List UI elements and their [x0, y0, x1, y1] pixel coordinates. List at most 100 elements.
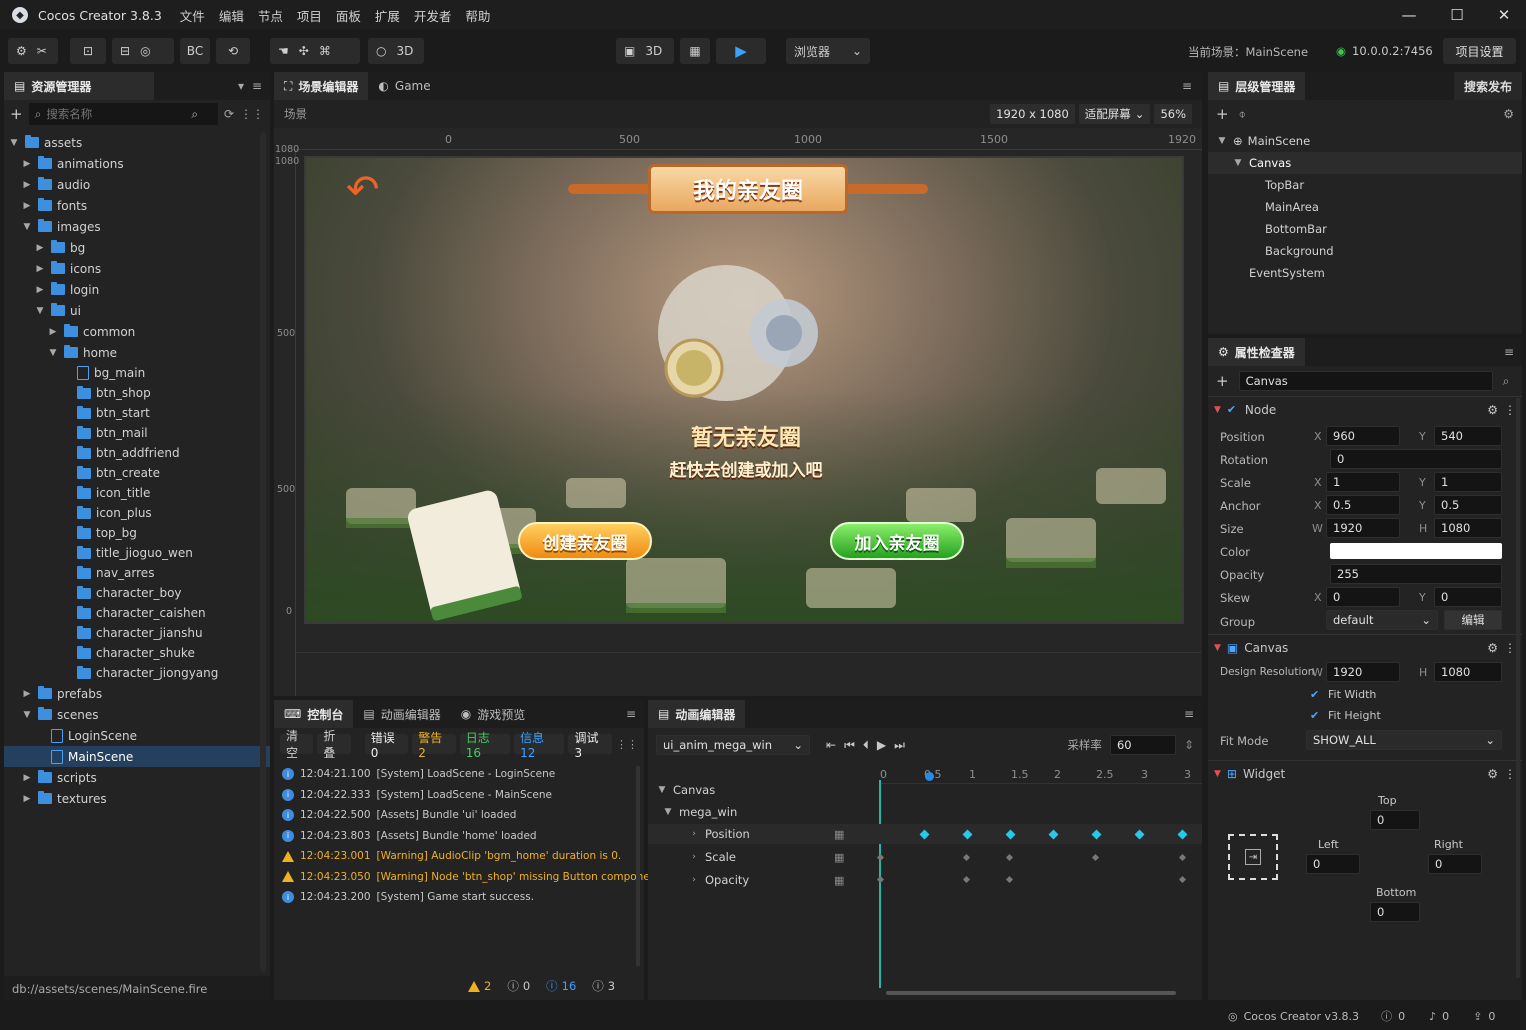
footer-debug[interactable]: ⓘ 3	[592, 978, 615, 994]
asset-item[interactable]: character_jianshu	[4, 623, 270, 643]
gizmo-button[interactable]: ⟲	[216, 38, 250, 64]
node-name-input[interactable]: Canvas	[1238, 371, 1493, 391]
log-row[interactable]: i 12:04:22.500 [Assets] Bundle 'ui' loaded	[282, 805, 636, 826]
refresh-icon[interactable]: ⟳	[224, 107, 234, 121]
track-menu-icon[interactable]: ▦	[834, 851, 844, 864]
log-row[interactable]: i 12:04:21.100 [System] LoadScene - LoginS…	[282, 764, 636, 785]
preview-ip[interactable]: ◉ 10.0.0.2:7456	[1336, 44, 1433, 58]
footer-error[interactable]: ⓘ 0	[507, 978, 530, 994]
asset-item[interactable]: ▶ bg	[4, 237, 270, 258]
gear-tool-icon[interactable]: ⚙	[16, 44, 27, 58]
dropdown-icon[interactable]: ▾	[238, 79, 244, 93]
create-circle-button[interactable]: 创建亲友圈	[518, 522, 652, 560]
expand-icon[interactable]: ▶	[21, 201, 33, 211]
join-circle-button[interactable]: 加入亲友圈	[830, 522, 964, 560]
menu-icon[interactable]: ≡	[1184, 707, 1194, 721]
expand-icon[interactable]: ▶	[21, 794, 33, 804]
collapse-icon[interactable]: ▼	[1214, 769, 1221, 779]
rect-tool-button[interactable]: ⊡	[70, 38, 106, 64]
asset-item[interactable]: ▶ scripts	[4, 767, 270, 788]
expand-icon[interactable]: ▶	[21, 180, 33, 190]
position-y-input[interactable]: 540	[1434, 426, 1502, 446]
node-section-header[interactable]: ▼ ✔ Node ⚙ ⋮	[1208, 396, 1522, 422]
first-frame-icon[interactable]: ⇤	[826, 738, 836, 752]
search-icon[interactable]: ⌕	[1503, 374, 1510, 389]
asset-item[interactable]: ▼ assets	[4, 132, 270, 153]
design-w-input[interactable]: 1920	[1326, 662, 1400, 682]
asset-item[interactable]: character_boy	[4, 583, 270, 603]
asset-item[interactable]: top_bg	[4, 523, 270, 543]
expand-icon[interactable]: ▶	[21, 159, 33, 169]
collapse-icon[interactable]: ▼	[1214, 643, 1221, 653]
expand-icon[interactable]: ▶	[34, 243, 46, 253]
asset-item[interactable]: bg_main	[4, 363, 270, 383]
expand-icon[interactable]: ▶	[21, 773, 33, 783]
skew-x-input[interactable]: 0	[1326, 587, 1400, 607]
widget-top-input[interactable]: 0	[1370, 810, 1420, 830]
menu-project[interactable]: 项目	[297, 6, 322, 25]
menu-icon[interactable]: ≡	[1504, 345, 1514, 359]
inspector-scrollbar[interactable]	[1516, 398, 1520, 978]
bc-button[interactable]: BC	[180, 38, 210, 64]
menu-developer[interactable]: 开发者	[414, 6, 452, 25]
mode-3d-button[interactable]: ○ 3D	[368, 38, 424, 64]
hierarchy-node[interactable]: TopBar	[1208, 174, 1522, 196]
widget-section-header[interactable]: ▼ ⊞ Widget ⚙ ⋮	[1208, 760, 1522, 786]
track-opacity[interactable]: › Opacity	[688, 870, 749, 890]
view-3d-button[interactable]: ▣ 3D	[616, 38, 674, 64]
asset-item[interactable]: btn_create	[4, 463, 270, 483]
menu-panel[interactable]: 面板	[336, 6, 361, 25]
hierarchy-node[interactable]: MainArea	[1208, 196, 1522, 218]
position-x-input[interactable]: 960	[1326, 426, 1400, 446]
resolution-label[interactable]: 1920 x 1080	[990, 104, 1075, 124]
gear-icon[interactable]: ⚙	[1487, 403, 1498, 417]
footer-info[interactable]: ⓘ 16	[546, 978, 576, 994]
tab-search-publish[interactable]: 搜索发布	[1453, 72, 1522, 100]
prev-frame-icon[interactable]: ⏴	[863, 738, 869, 753]
asset-item[interactable]: ▼ scenes	[4, 704, 270, 725]
asset-item[interactable]: ▼ ui	[4, 300, 270, 321]
menu-extension[interactable]: 扩展	[375, 6, 400, 25]
gear-icon[interactable]: ⚙	[1487, 767, 1498, 781]
expand-icon[interactable]: ▶	[34, 264, 46, 274]
menu-file[interactable]: 文件	[180, 6, 205, 25]
assets-scrollbar[interactable]	[260, 132, 266, 972]
add-icon[interactable]: +	[10, 105, 23, 123]
lock-icon[interactable]: ⌽	[1239, 107, 1246, 122]
drag-icon[interactable]: ⋮⋮	[616, 738, 638, 751]
asset-item[interactable]: title_jioguo_wen	[4, 543, 270, 563]
preview-target-select[interactable]: 浏览器 ⌄	[786, 38, 870, 64]
track-scale[interactable]: › Scale	[688, 847, 736, 867]
tab-console[interactable]: ⌨ 控制台	[274, 700, 354, 728]
menu-icon[interactable]: ≡	[1182, 79, 1192, 93]
asset-item[interactable]: ▶ icons	[4, 258, 270, 279]
back-arrow-icon[interactable]: ↶	[346, 170, 380, 210]
expand-icon[interactable]: ▶	[21, 689, 33, 699]
rotation-input[interactable]: 0	[1330, 449, 1502, 469]
assets-search-input[interactable]	[46, 107, 187, 121]
asset-item[interactable]: ▶ login	[4, 279, 270, 300]
group-select[interactable]: default ⌄	[1326, 610, 1438, 630]
console-scrollbar[interactable]	[636, 766, 640, 966]
collapse-icon[interactable]: ▼	[1216, 136, 1228, 146]
assets-search-box[interactable]: ⌕ ⌕	[28, 103, 218, 125]
play-button[interactable]: ▶	[716, 38, 766, 64]
pivot-tools[interactable]: ☚ ✣ ⌘	[270, 38, 360, 64]
asset-item[interactable]: btn_mail	[4, 423, 270, 443]
minimize-icon[interactable]: —	[1385, 0, 1433, 30]
maximize-icon[interactable]: ☐	[1433, 0, 1481, 30]
zoom-label[interactable]: 56%	[1154, 104, 1192, 124]
log-row[interactable]: i 12:04:23.803 [Assets] Bundle 'home' load…	[282, 826, 636, 847]
keyframe[interactable]	[1005, 875, 1014, 884]
tab-game[interactable]: ◐ Game	[368, 72, 440, 100]
hierarchy-node[interactable]: Background	[1208, 240, 1522, 262]
asset-item[interactable]: icon_plus	[4, 503, 270, 523]
filter-debug[interactable]: 调试 3	[568, 731, 612, 760]
version-info[interactable]: ◎ Cocos Creator v3.8.3	[1228, 1010, 1359, 1023]
play-icon[interactable]: ▶	[877, 738, 886, 752]
tab-inspector[interactable]: ⚙ 属性检查器	[1208, 338, 1305, 366]
canvas-section-header[interactable]: ▼ ▣ Canvas ⚙ ⋮	[1208, 634, 1522, 660]
fit-screen-select[interactable]: 适配屏幕 ⌄	[1078, 104, 1151, 124]
menu-icon[interactable]: ≡	[252, 79, 262, 93]
size-w-input[interactable]: 1920	[1326, 518, 1400, 538]
